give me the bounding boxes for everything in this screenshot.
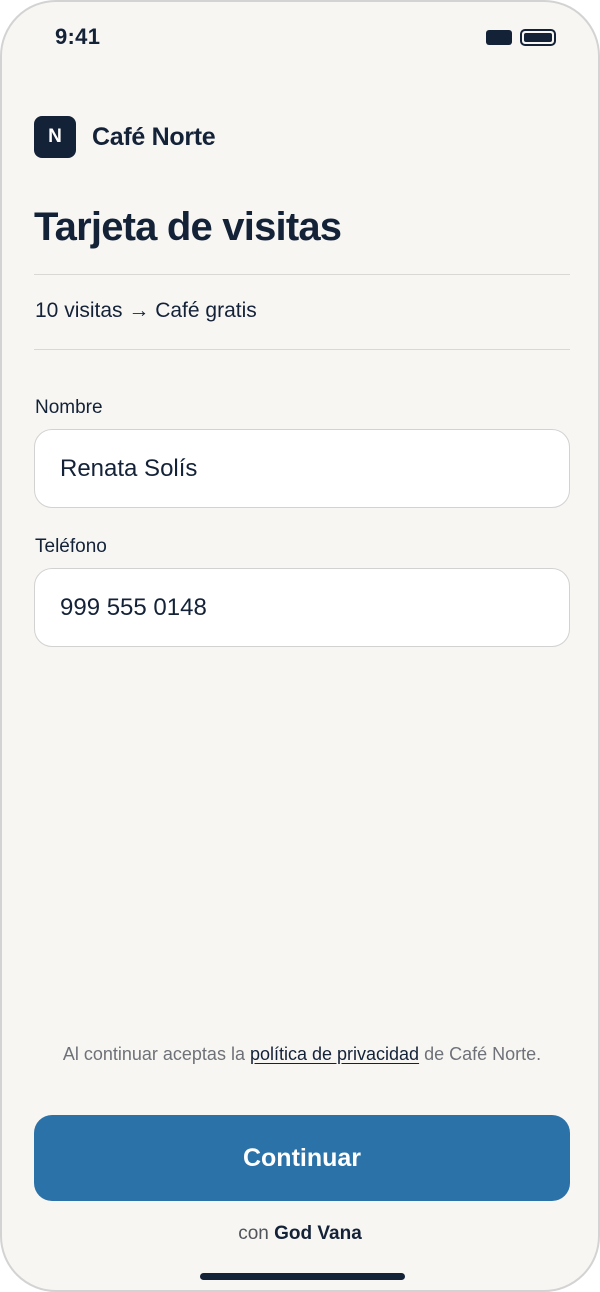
phone-input[interactable] — [34, 568, 570, 647]
name-label: Nombre — [35, 397, 103, 418]
home-indicator[interactable] — [200, 1273, 405, 1280]
signal-icon — [486, 30, 512, 45]
name-input[interactable] — [34, 429, 570, 508]
consent-prefix: Al continuar aceptas la — [62, 1044, 250, 1064]
brand-name: Café Norte — [92, 122, 216, 151]
phone-label: Teléfono — [35, 536, 107, 557]
brand-logo: N — [34, 116, 76, 158]
status-icons — [486, 29, 556, 46]
reward-text: 10 visitas → Café gratis — [35, 299, 257, 322]
consent-suffix: de Café Norte. — [419, 1044, 542, 1064]
powered-by-brand: God Vana — [274, 1223, 362, 1244]
consent-text: Al continuar aceptas la política de priv… — [52, 1040, 552, 1069]
phone-screen: 9:41 N Café Norte Tarjeta de visitas 10 … — [0, 0, 600, 1292]
page-title: Tarjeta de visitas — [34, 205, 342, 249]
top-divider — [34, 274, 570, 275]
battery-icon — [520, 29, 556, 46]
powered-by-prefix: con — [238, 1223, 275, 1244]
privacy-policy-link[interactable]: política de privacidad — [250, 1044, 419, 1064]
battery-fill — [524, 33, 552, 42]
status-time: 9:41 — [55, 24, 101, 49]
continue-button[interactable]: Continuar — [34, 1115, 570, 1201]
powered-by: con God Vana — [2, 1223, 598, 1245]
bottom-divider — [34, 349, 570, 350]
brand-header: N Café Norte — [34, 116, 216, 158]
